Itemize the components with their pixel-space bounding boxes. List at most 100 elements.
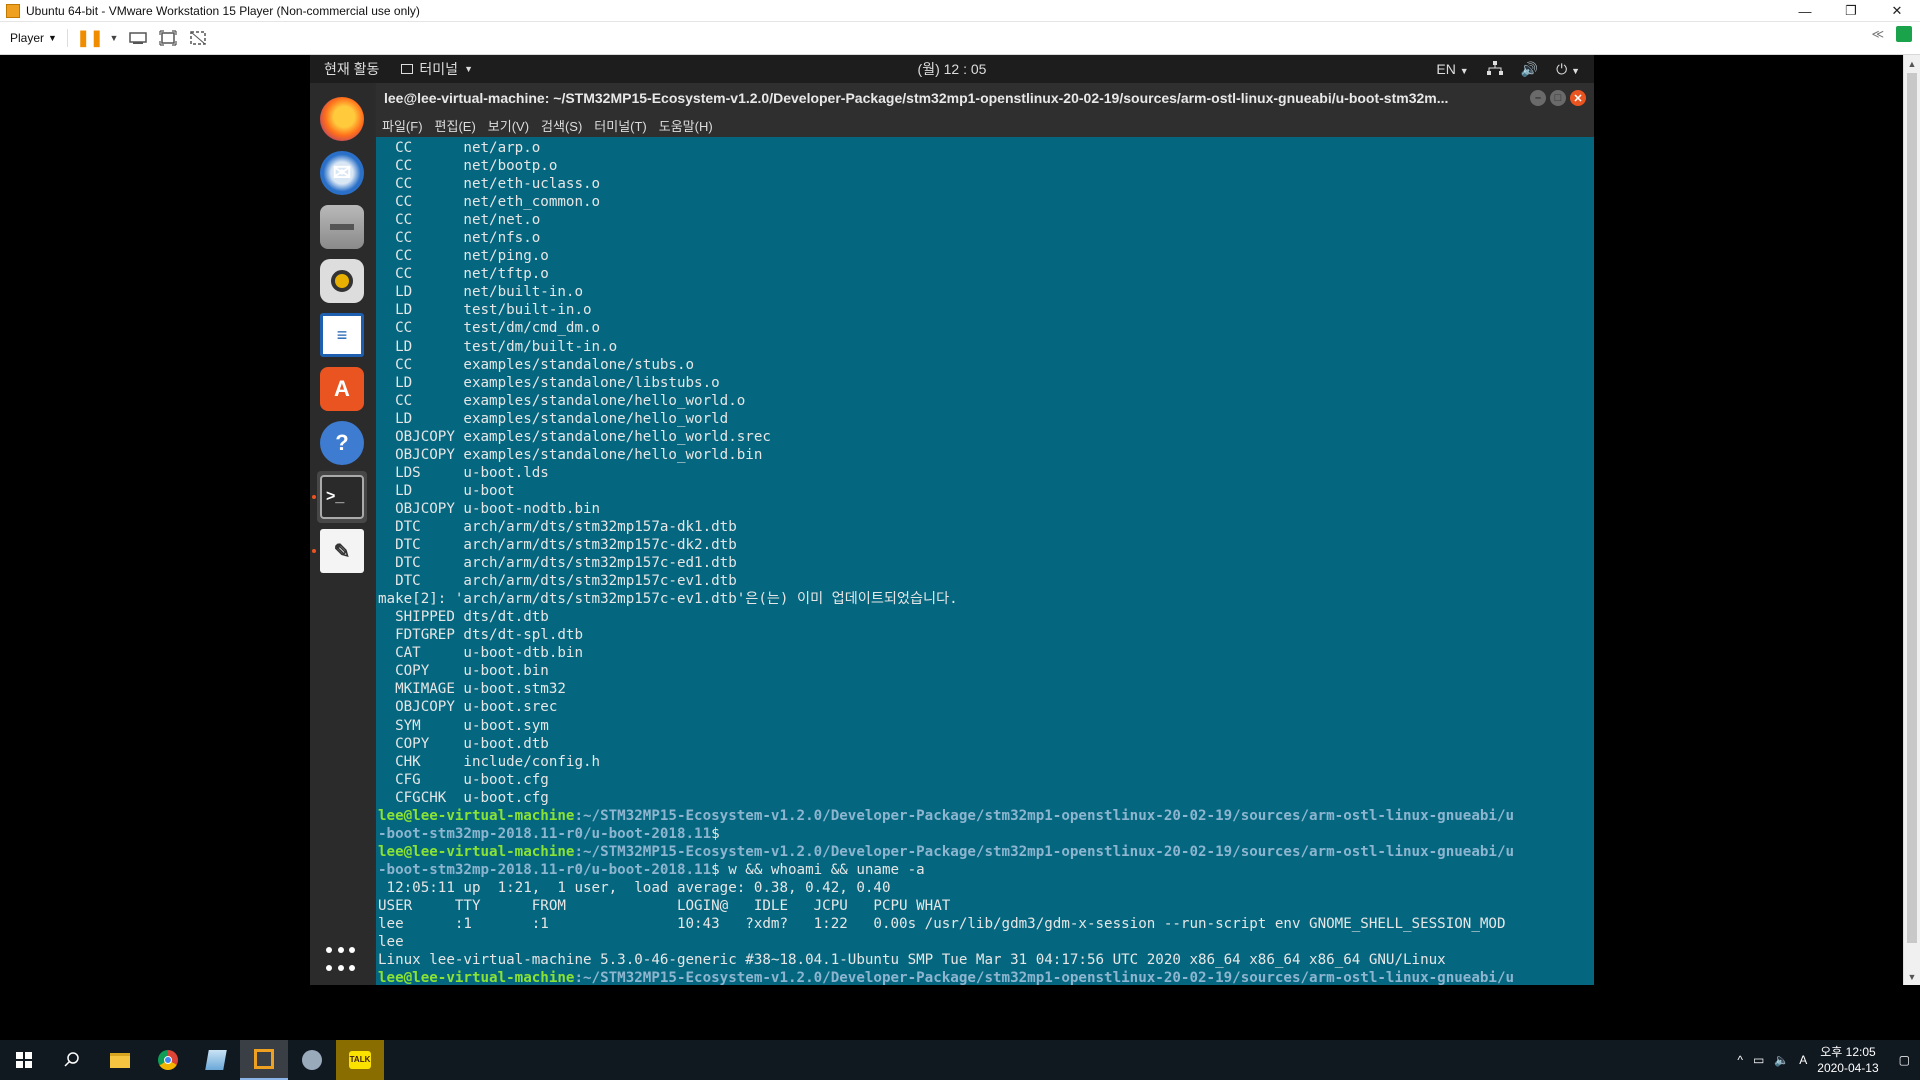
output-line: LD u-boot [378, 482, 515, 499]
output-line: LD net/built-in.o [378, 284, 583, 301]
gnome-top-bar: 현재 활동 터미널 ▼ (월) 12 : 05 EN ▼ 🔊 ⏻ ▼ [310, 55, 1594, 83]
notes-icon[interactable] [1896, 26, 1912, 42]
guest-screen[interactable]: 현재 활동 터미널 ▼ (월) 12 : 05 EN ▼ 🔊 ⏻ ▼ ✉ ≡ A… [310, 55, 1594, 985]
rhythmbox-icon [320, 259, 364, 303]
network-icon[interactable] [1486, 60, 1503, 78]
terminal-menu-item[interactable]: 편집(E) [435, 116, 476, 135]
close-button[interactable]: ✕ [1874, 0, 1920, 22]
scroll-up-icon[interactable]: ▲ [1904, 55, 1920, 72]
dock-thunderbird[interactable]: ✉ [317, 147, 367, 199]
dock-firefox[interactable] [317, 93, 367, 145]
output-line: SHIPPED dts/dt.dtb [378, 609, 549, 626]
player-menu[interactable]: Player ▼ [10, 31, 57, 45]
close-icon[interactable]: ✕ [1570, 90, 1586, 106]
terminal-output[interactable]: CC net/arp.o CC net/bootp.o CC net/eth-u… [376, 137, 1594, 985]
output-line: CC net/ping.o [378, 248, 549, 265]
output-line: OBJCOPY u-boot.srec [378, 699, 558, 716]
unity-icon[interactable] [186, 26, 210, 50]
dock-files[interactable] [317, 201, 367, 253]
notification-icon[interactable]: ▢ [1899, 1053, 1910, 1067]
help-icon: ? [320, 421, 364, 465]
text-editor-icon: ✎ [320, 529, 364, 573]
output-line: CC examples/standalone/stubs.o [378, 356, 695, 373]
output-line: OBJCOPY u-boot-nodtb.bin [378, 500, 601, 517]
kakaotalk-icon[interactable]: TALK [336, 1040, 384, 1080]
output-line: DTC arch/arm/dts/stm32mp157a-dk1.dtb [378, 518, 737, 535]
terminal-menu-item[interactable]: 보기(V) [488, 116, 529, 135]
volume-muted-icon[interactable]: 🔈 [1774, 1053, 1789, 1067]
pause-dropdown-icon[interactable]: ▼ [108, 26, 120, 50]
output-line: Linux lee-virtual-machine 5.3.0-46-gener… [378, 952, 1446, 969]
power-icon[interactable]: ⏻ ▼ [1556, 61, 1580, 78]
terminal-titlebar[interactable]: lee@lee-virtual-machine: ~/STM32MP15-Eco… [376, 83, 1594, 113]
files-icon [320, 205, 364, 249]
output-line: lee :1 :1 10:43 ?xdm? 1:22 0.00s /usr/li… [378, 916, 1506, 933]
chevron-down-icon: ▼ [464, 64, 473, 74]
ime-indicator[interactable]: A [1799, 1053, 1807, 1067]
vmware-app-icon [6, 3, 20, 18]
dock-help[interactable]: ? [317, 417, 367, 469]
clock-date: 2020-04-13 [1817, 1061, 1879, 1075]
vmware-player-icon[interactable] [240, 1040, 288, 1080]
terminal-small-icon [401, 64, 414, 74]
output-line: COPY u-boot.bin [378, 663, 549, 680]
output-line: CAT u-boot-dtb.bin [378, 645, 583, 662]
terminal-menu-item[interactable]: 도움말(H) [659, 116, 713, 135]
file-explorer-icon[interactable] [96, 1040, 144, 1080]
output-line: MKIMAGE u-boot.stm32 [378, 681, 566, 698]
terminal-menu-item[interactable]: 파일(F) [382, 116, 423, 135]
minimize-icon[interactable]: – [1530, 90, 1546, 106]
app-menu[interactable]: 터미널 ▼ [401, 59, 473, 79]
search-icon[interactable] [48, 1040, 96, 1080]
system-clock[interactable]: 오후 12:05 2020-04-13 [1817, 1044, 1878, 1076]
output-line: CC net/bootp.o [378, 158, 558, 175]
running-indicator [312, 495, 316, 499]
terminal-menubar: 파일(F) 편집(E) 보기(V) 검색(S) 터미널(T) 도움말(H) [376, 113, 1594, 137]
terminal-menu-item[interactable]: 검색(S) [541, 116, 582, 135]
terminal-window[interactable]: lee@lee-virtual-machine: ~/STM32MP15-Eco… [376, 83, 1594, 985]
fit-guest-icon[interactable] [156, 26, 180, 50]
window-title: Ubuntu 64-bit - VMware Workstation 15 Pl… [26, 3, 420, 18]
vm-scrollbar[interactable]: ▲ ▼ [1903, 55, 1920, 985]
vmware-player-alt-icon[interactable] [288, 1040, 336, 1080]
chevron-down-icon: ▼ [48, 33, 57, 43]
output-line: 12:05:11 up 1:21, 1 user, load average: … [378, 879, 891, 896]
maximize-icon[interactable]: □ [1550, 90, 1566, 106]
scroll-down-icon[interactable]: ▼ [1904, 968, 1920, 985]
dock-rhythmbox[interactable] [317, 255, 367, 307]
app-icon[interactable] [192, 1040, 240, 1080]
pause-icon[interactable]: ❚❚ [77, 26, 104, 50]
output-line: CC net/arp.o [378, 140, 541, 156]
volume-icon[interactable]: 🔊 [1521, 61, 1538, 78]
vmware-titlebar: Ubuntu 64-bit - VMware Workstation 15 Pl… [0, 0, 1920, 22]
minimize-button[interactable]: — [1782, 0, 1828, 22]
prompt-line: -boot-stm32mp-2018.11-r0/u-boot-2018.11$ [378, 825, 729, 842]
language-indicator[interactable]: EN ▼ [1436, 61, 1468, 77]
writer-icon: ≡ [320, 313, 364, 357]
gnome-clock[interactable]: (월) 12 : 05 [918, 59, 987, 79]
output-line: USER TTY FROM LOGIN@ IDLE JCPU PCPU WHAT [378, 897, 951, 914]
terminal-menu-item[interactable]: 터미널(T) [594, 116, 646, 135]
network-icon[interactable]: ▭ [1753, 1053, 1764, 1067]
restore-button[interactable]: ❐ [1828, 0, 1874, 22]
dock-terminal[interactable]: >_ [312, 471, 367, 523]
output-line: CC examples/standalone/hello_world.o [378, 392, 746, 409]
output-line: DTC arch/arm/dts/stm32mp157c-ev1.dtb [378, 573, 737, 590]
dock-text-editor[interactable]: ✎ [312, 525, 367, 577]
show-applications-icon[interactable] [326, 947, 356, 977]
chevron-up-icon[interactable]: ^ [1737, 1053, 1743, 1067]
chrome-icon[interactable] [144, 1040, 192, 1080]
collapse-toolbar-icon[interactable]: ≪ [1871, 27, 1884, 41]
terminal-icon: >_ [320, 475, 364, 519]
output-line: CC net/net.o [378, 212, 541, 229]
activities-button[interactable]: 현재 활동 [324, 59, 379, 79]
windows-start-icon[interactable] [0, 1040, 48, 1080]
scroll-thumb[interactable] [1907, 73, 1917, 943]
windows-taskbar: TALK ^ ▭ 🔈 A 오후 12:05 2020-04-13 ▢ [0, 1040, 1920, 1080]
output-line: CFGCHK u-boot.cfg [378, 789, 549, 806]
send-ctrl-alt-del-icon[interactable] [126, 26, 150, 50]
dock-writer[interactable]: ≡ [317, 309, 367, 361]
dock-software[interactable]: A [317, 363, 367, 415]
app-menu-label: 터미널 [419, 61, 459, 77]
thunderbird-icon: ✉ [320, 151, 364, 195]
